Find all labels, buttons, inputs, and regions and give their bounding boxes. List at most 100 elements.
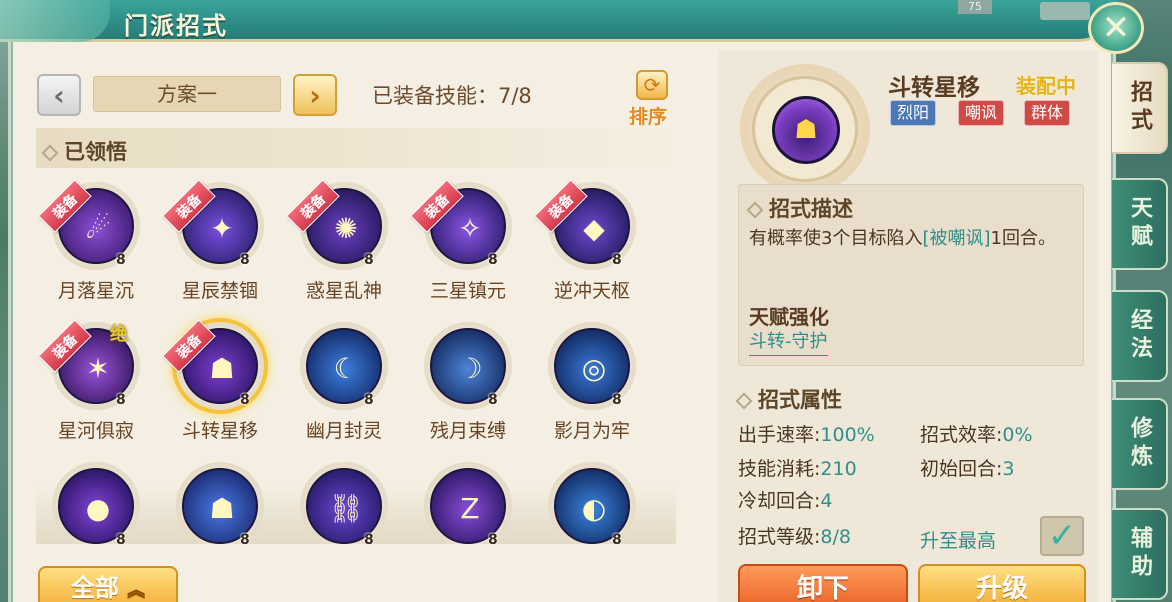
learned-section-header: 已领悟 — [36, 128, 676, 168]
skill-slot[interactable]: ◆ 8 装备 逆冲天枢 — [532, 176, 652, 314]
double-chevron-up-icon: ︽ — [127, 580, 146, 601]
skill-slot[interactable]: ⛓ 8 — [284, 456, 404, 544]
skill-slot[interactable]: ● 8 — [36, 456, 156, 544]
skill-name: 三星镇元 — [429, 280, 506, 302]
description-text: 有概率使3个目标陷入[被嘲讽]1回合。 — [749, 228, 1056, 249]
silhouette-icon: ☗ — [772, 96, 840, 164]
prev-scheme-button[interactable]: ‹ — [37, 74, 81, 116]
skill-level: 8 — [116, 252, 126, 268]
skill-level: 8 — [612, 392, 622, 408]
skill-name: 月落星沉 — [57, 280, 134, 302]
skill-icon: ◎ — [548, 322, 636, 410]
skill-level: 8 — [364, 532, 374, 544]
scheme-name: 方案一 — [93, 76, 281, 112]
skill-name: 星河俱寂 — [57, 420, 134, 442]
tab-assist[interactable]: 辅助 — [1112, 508, 1168, 600]
upgrade-button[interactable]: 升级 — [918, 564, 1086, 602]
skill-slot[interactable]: Z8 — [408, 456, 528, 544]
status-keyword: [被嘲讽] — [922, 228, 991, 249]
skill-slot[interactable]: ◎ 8 影月为牢 — [532, 316, 652, 454]
skill-slot[interactable]: ☾ 8 幽月封灵 — [284, 316, 404, 454]
upgrade-to-max-checkbox[interactable]: ✓ — [1040, 516, 1084, 556]
skills-grid: ☄ 8 装备 月落星沉 ✦ 8 装备 星辰禁锢 ✺ 8 装备 惑星乱神 ✧ 8 装备 三星镇元 ◆ 8 装备 逆冲天枢… — [36, 176, 676, 544]
tag-target: 群体 — [1024, 100, 1071, 126]
close-button[interactable]: ✕ — [1088, 2, 1144, 54]
skill-level: 8 — [240, 392, 250, 408]
attr-cooldown: 冷却回合:4 — [738, 490, 833, 512]
skill-slot[interactable]: ✦ 8 装备 星辰禁锢 — [160, 176, 280, 314]
selected-skill-icon: ☗ — [740, 64, 870, 194]
skill-slot[interactable]: ✺ 8 装备 惑星乱神 — [284, 176, 404, 314]
skill-name: 斗转星移 — [181, 420, 258, 442]
diamond-icon — [746, 201, 764, 219]
skill-level: 8 — [116, 532, 126, 544]
attributes-title: 招式属性 — [758, 388, 842, 412]
tag-effect: 嘲讽 — [958, 100, 1005, 126]
checkmark-icon: ✓ — [1047, 516, 1077, 556]
skill-slot[interactable]: ✧ 8 装备 三星镇元 — [408, 176, 528, 314]
skill-level: 8 — [612, 532, 622, 544]
attr-init-round: 初始回合:3 — [920, 458, 1015, 480]
skill-level: 8 — [364, 252, 374, 268]
skill-icon: ◐ — [548, 462, 636, 544]
sort-button[interactable]: ⟳ 排序 — [626, 70, 674, 128]
filter-label: 全部 — [70, 574, 119, 602]
skill-level: 8 — [488, 252, 498, 268]
skill-detail-panel: ☗ 斗转星移 装配中 烈阳 嘲讽 群体 招式描述 有概率使3个目标陷入[被嘲讽]… — [718, 50, 1098, 602]
top-counter: 75 — [958, 0, 992, 14]
skill-icon: ⛓ — [300, 462, 388, 544]
title-decoration — [0, 0, 110, 42]
skill-name: 星辰禁锢 — [181, 280, 258, 302]
skill-icon: Z — [424, 462, 512, 544]
ultimate-badge: 绝 — [110, 324, 128, 345]
refresh-icon: ⟳ — [636, 70, 668, 100]
unload-button[interactable]: 卸下 — [738, 564, 908, 602]
skill-icon: ● — [52, 462, 140, 544]
window-title: 门派招式 — [124, 12, 228, 40]
skill-slot[interactable]: ◐ 8 — [532, 456, 652, 544]
upgrade-to-max-label: 升至最高 — [920, 530, 997, 552]
skill-level: 8 — [240, 532, 250, 544]
tab-talent[interactable]: 天赋 — [1112, 178, 1168, 270]
talent-title: 天赋强化 — [749, 305, 829, 329]
top-mini-widget — [1040, 2, 1090, 20]
attr-cost: 技能消耗:210 — [738, 458, 857, 480]
section-title: 已领悟 — [64, 140, 127, 164]
equipped-skills-count: 已装备技能：7/8 — [372, 84, 532, 108]
diamond-icon — [735, 392, 753, 410]
skill-slot[interactable]: ☽ 8 残月束缚 — [408, 316, 528, 454]
selected-skill-name: 斗转星移 — [888, 75, 980, 101]
talent-link[interactable]: 斗转-守护 — [749, 327, 828, 356]
skill-name: 幽月封灵 — [305, 420, 382, 442]
tab-skills[interactable]: 招式 — [1112, 62, 1168, 154]
tab-scripture[interactable]: 经法 — [1112, 290, 1168, 382]
skill-slot[interactable]: ☗ 8 装备 斗转星移 — [160, 316, 280, 454]
skill-level: 8 — [612, 252, 622, 268]
sort-label: 排序 — [629, 106, 668, 128]
diamond-icon — [41, 144, 59, 162]
attr-efficiency: 招式效率:0% — [920, 424, 1033, 446]
title-bar: 门派招式 — [0, 0, 1118, 42]
skill-list-area: ‹ 方案一 › 已装备技能：7/8 ⟳ 排序 已领悟 ☄ 8 装备 月落星沉 ✦ 8 装备星… — [36, 68, 676, 548]
next-scheme-button[interactable]: › — [293, 74, 337, 116]
filter-all-button[interactable]: 全部 ︽ — [38, 566, 178, 602]
attr-level: 招式等级:8/8 — [738, 526, 851, 548]
skill-icon: ☗ — [176, 462, 264, 544]
tab-cultivation[interactable]: 修炼 — [1112, 398, 1168, 490]
skill-slot[interactable]: ☗ 8 — [160, 456, 280, 544]
skill-name: 影月为牢 — [553, 420, 630, 442]
description-box: 招式描述 有概率使3个目标陷入[被嘲讽]1回合。 天赋强化 斗转-守护 — [738, 184, 1084, 366]
skill-level: 8 — [488, 532, 498, 544]
chevron-left-icon: ‹ — [53, 78, 65, 112]
chevron-right-icon: › — [309, 78, 321, 112]
skill-slot[interactable]: ☄ 8 装备 月落星沉 — [36, 176, 156, 314]
skill-level: 8 — [116, 392, 126, 408]
tag-element: 烈阳 — [890, 100, 937, 126]
skill-level: 8 — [364, 392, 374, 408]
close-icon: ✕ — [1101, 8, 1131, 48]
skill-name: 残月束缚 — [429, 420, 506, 442]
skill-level: 8 — [488, 392, 498, 408]
equipped-status: 装配中 — [1016, 74, 1076, 98]
attr-speed: 出手速率:100% — [738, 424, 875, 446]
skill-slot[interactable]: ✶ 8 装备绝星河俱寂 — [36, 316, 156, 454]
